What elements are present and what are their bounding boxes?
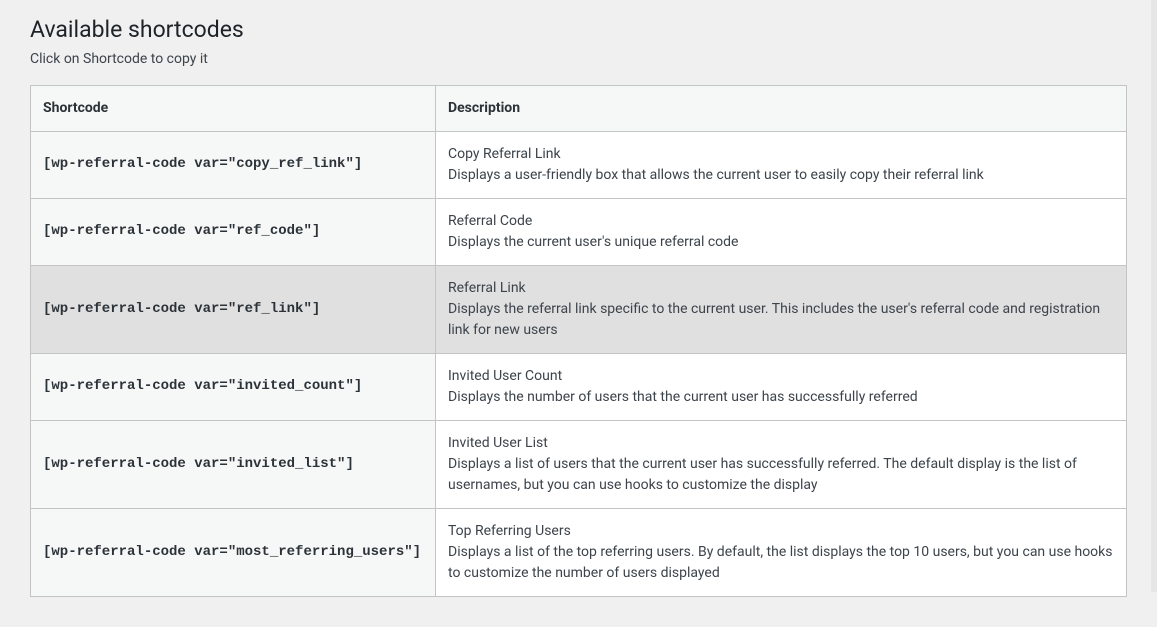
description-title: Invited User Count <box>448 366 1114 387</box>
shortcode-cell[interactable]: [wp-referral-code var="invited_list"] <box>31 420 436 508</box>
shortcode-cell[interactable]: [wp-referral-code var="ref_code"] <box>31 198 436 265</box>
shortcode-cell[interactable]: [wp-referral-code var="invited_count"] <box>31 353 436 420</box>
col-header-shortcode: Shortcode <box>31 85 436 131</box>
shortcode-cell[interactable]: [wp-referral-code var="most_referring_us… <box>31 508 436 596</box>
description-cell: Top Referring UsersDisplays a list of th… <box>436 508 1127 596</box>
description-title: Copy Referral Link <box>448 144 1114 165</box>
table-row: [wp-referral-code var="copy_ref_link"]Co… <box>31 131 1127 198</box>
description-cell: Referral LinkDisplays the referral link … <box>436 265 1127 353</box>
description-text: Displays the referral link specific to t… <box>448 299 1114 341</box>
description-cell: Referral CodeDisplays the current user's… <box>436 198 1127 265</box>
table-row: [wp-referral-code var="ref_link"]Referra… <box>31 265 1127 353</box>
description-cell: Invited User CountDisplays the number of… <box>436 353 1127 420</box>
table-header-row: Shortcode Description <box>31 85 1127 131</box>
scrollbar-track[interactable] <box>1151 0 1157 592</box>
shortcode-cell[interactable]: [wp-referral-code var="copy_ref_link"] <box>31 131 436 198</box>
description-text: Displays the number of users that the cu… <box>448 387 1114 408</box>
description-cell: Invited User ListDisplays a list of user… <box>436 420 1127 508</box>
page-subtitle: Click on Shortcode to copy it <box>30 51 1127 67</box>
table-row: [wp-referral-code var="invited_list"]Inv… <box>31 420 1127 508</box>
description-text: Displays a list of the top referring use… <box>448 542 1114 584</box>
shortcode-cell[interactable]: [wp-referral-code var="ref_link"] <box>31 265 436 353</box>
description-title: Referral Link <box>448 278 1114 299</box>
description-title: Referral Code <box>448 211 1114 232</box>
description-text: Displays a list of users that the curren… <box>448 454 1114 496</box>
page-wrap: Available shortcodes Click on Shortcode … <box>0 0 1157 627</box>
shortcodes-table: Shortcode Description [wp-referral-code … <box>30 85 1127 597</box>
col-header-description: Description <box>436 85 1127 131</box>
description-text: Displays a user-friendly box that allows… <box>448 165 1114 186</box>
description-cell: Copy Referral LinkDisplays a user-friend… <box>436 131 1127 198</box>
table-row: [wp-referral-code var="most_referring_us… <box>31 508 1127 596</box>
description-title: Invited User List <box>448 433 1114 454</box>
table-row: [wp-referral-code var="invited_count"]In… <box>31 353 1127 420</box>
description-text: Displays the current user's unique refer… <box>448 232 1114 253</box>
table-row: [wp-referral-code var="ref_code"]Referra… <box>31 198 1127 265</box>
description-title: Top Referring Users <box>448 521 1114 542</box>
page-title: Available shortcodes <box>30 15 1127 45</box>
